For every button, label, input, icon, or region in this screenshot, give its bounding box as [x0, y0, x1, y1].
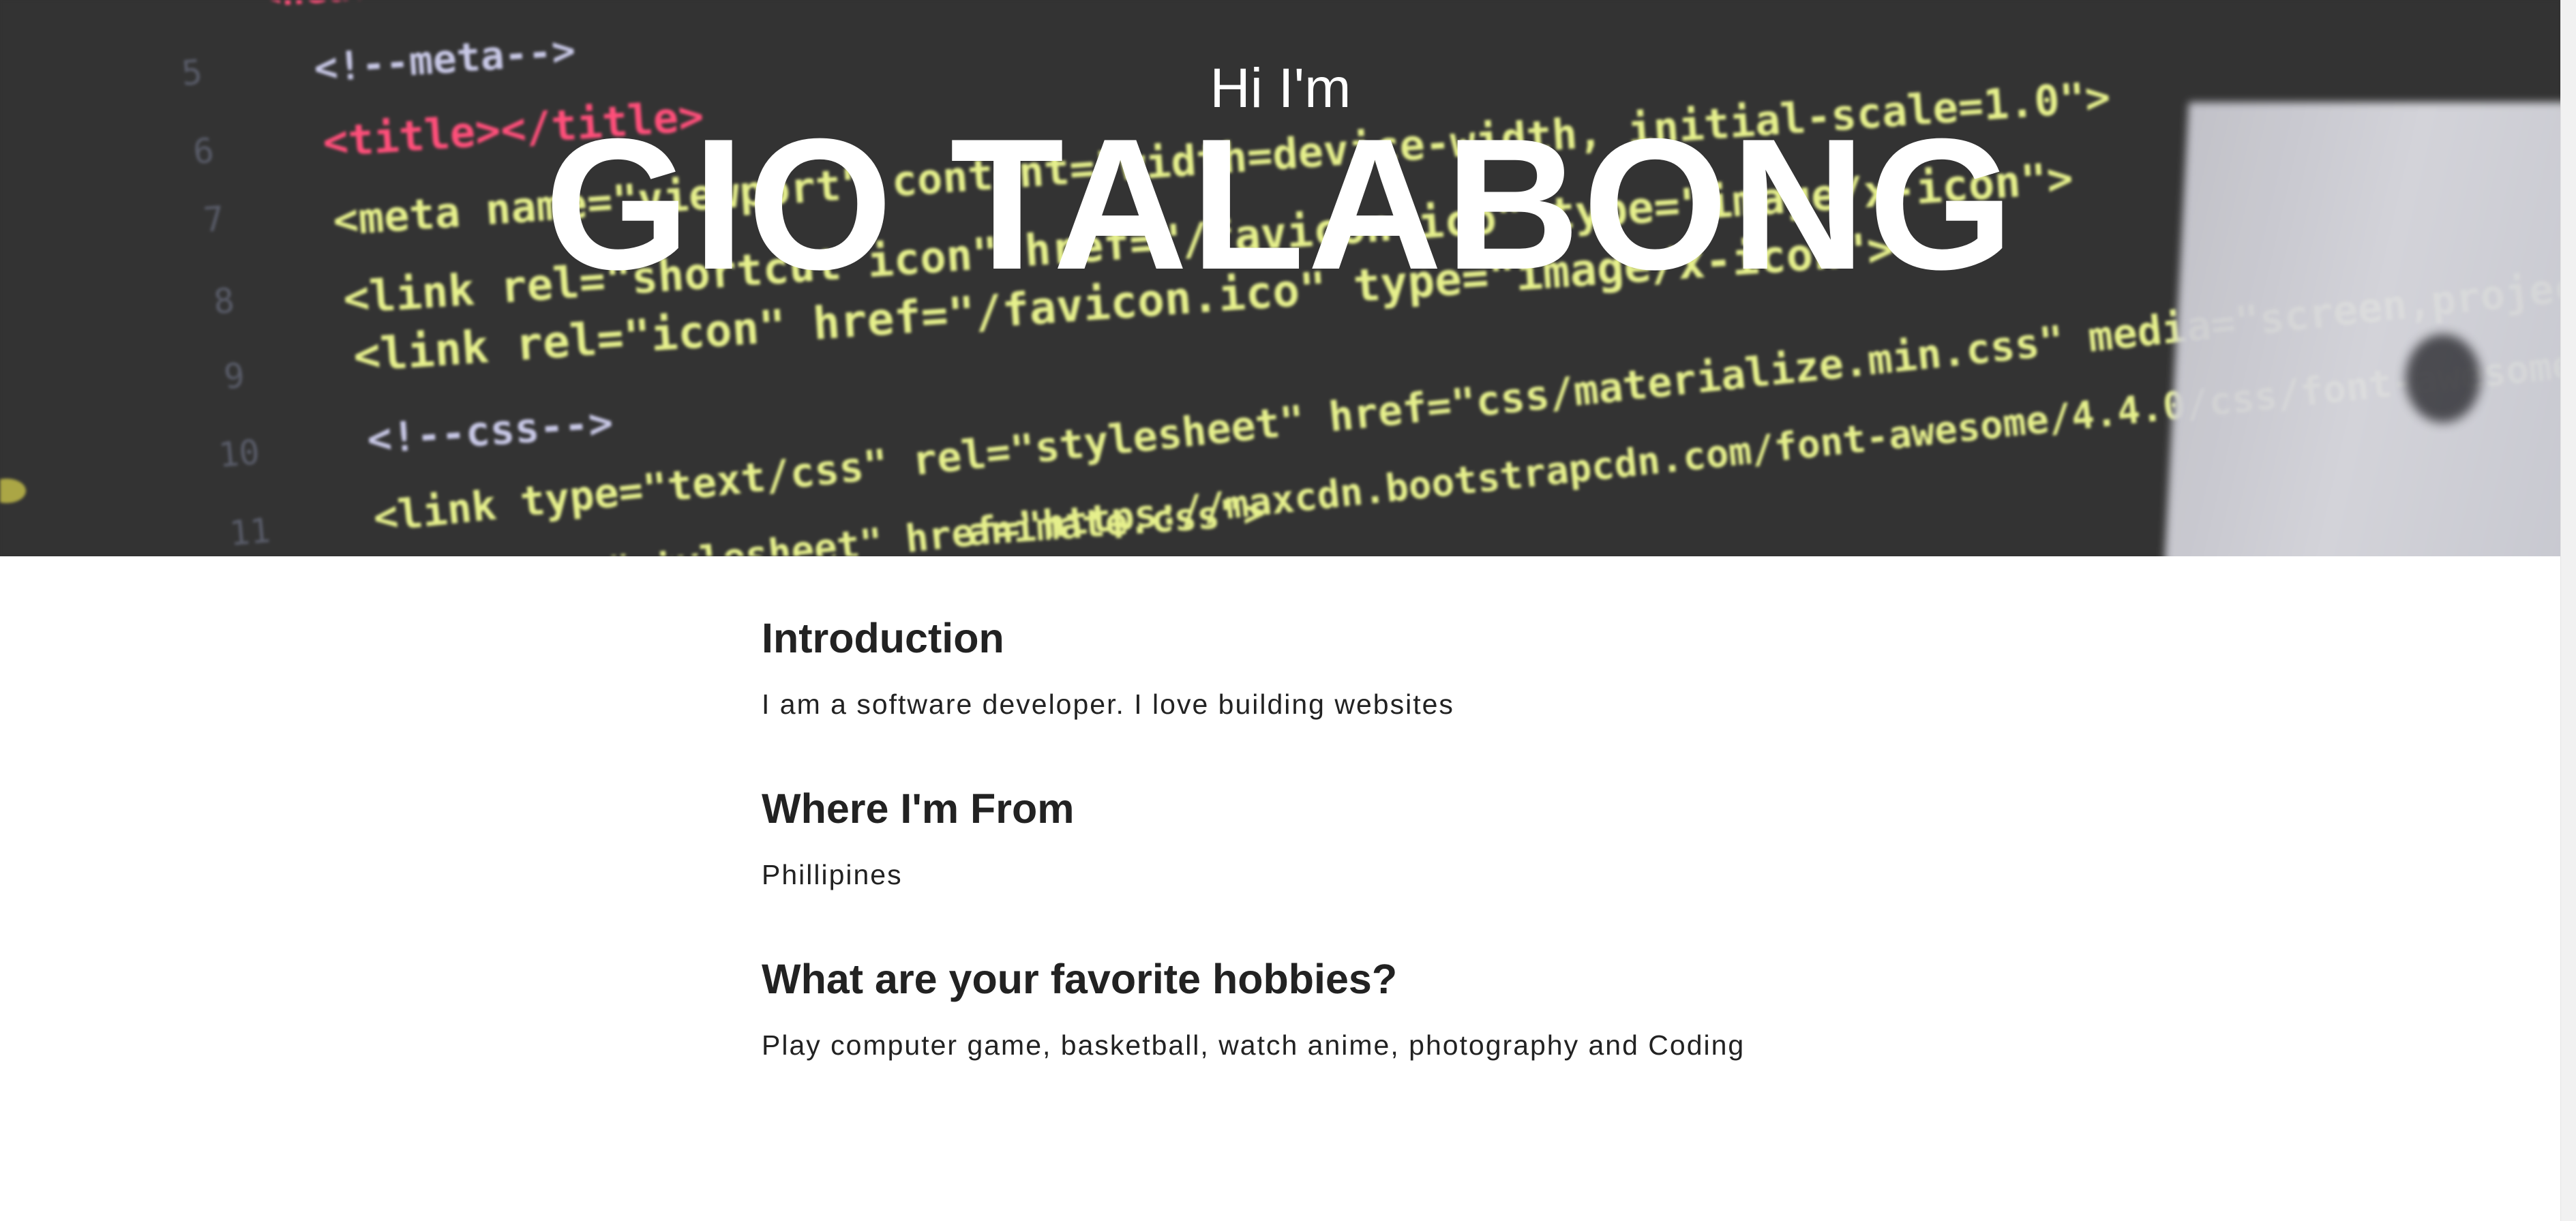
- hero-name: GIO TALABONG: [544, 100, 2017, 309]
- hero-banner: 5 6 7 8 9 10 11 <head> <!--meta--> <titl…: [0, 0, 2561, 556]
- hero-text: Hi I'm GIO TALABONG: [0, 0, 2561, 556]
- scrollbar-track[interactable]: [2560, 0, 2576, 1221]
- section-body: I am a software developer. I love buildi…: [762, 689, 1454, 720]
- section-body: Play computer game, basketball, watch an…: [762, 1029, 1746, 1061]
- section-where-from: Where I'm From Phillipines: [762, 784, 1853, 892]
- section-heading: What are your favorite hobbies?: [762, 956, 1398, 1002]
- section-introduction: Introduction I am a software developer. …: [762, 614, 1853, 721]
- section-heading: Introduction: [762, 615, 1004, 661]
- section-body: Phillipines: [762, 859, 903, 890]
- main-content: Introduction I am a software developer. …: [762, 614, 1853, 1062]
- section-hobbies: What are your favorite hobbies? Play com…: [762, 954, 1853, 1062]
- section-heading: Where I'm From: [762, 785, 1075, 832]
- page: 5 6 7 8 9 10 11 <head> <!--meta--> <titl…: [0, 0, 2561, 1221]
